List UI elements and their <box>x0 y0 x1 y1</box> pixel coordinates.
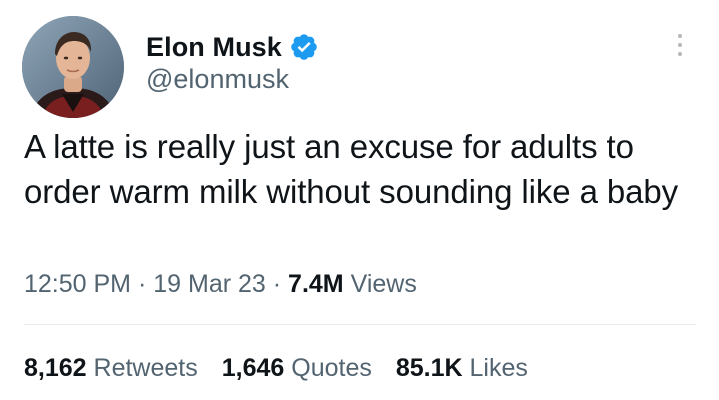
tweet-time[interactable]: 12:50 PM <box>24 270 131 298</box>
meta-separator: · <box>272 270 282 298</box>
quotes-count: 1,646 <box>221 354 285 382</box>
more-dot <box>678 34 682 38</box>
tweet-meta: 12:50 PM · 19 Mar 23 · 7.4M Views <box>24 270 417 299</box>
more-vertical-icon[interactable] <box>670 28 690 62</box>
tweet-date[interactable]: 19 Mar 23 <box>153 270 266 298</box>
quotes-label: Quotes <box>291 354 372 382</box>
likes-stat[interactable]: 85.1K Likes <box>396 354 528 383</box>
engagement-stats: 8,162 Retweets 1,646 Quotes 85.1K Likes <box>24 354 528 383</box>
author-handle[interactable]: @elonmusk <box>146 64 289 95</box>
views-count: 7.4M <box>288 270 344 298</box>
retweets-label: Retweets <box>93 354 198 382</box>
likes-label: Likes <box>469 354 528 382</box>
avatar-portrait-icon <box>22 16 124 118</box>
more-dot <box>678 43 682 47</box>
author-display-name[interactable]: Elon Musk <box>146 32 282 63</box>
divider <box>24 324 696 325</box>
tweet-text: A latte is really just an excuse for adu… <box>24 128 679 210</box>
tweet-card: Elon Musk @elonmusk A latte is really ju… <box>0 0 719 400</box>
likes-count: 85.1K <box>395 354 463 382</box>
avatar[interactable] <box>22 16 124 118</box>
meta-separator: · <box>137 270 147 298</box>
more-dot <box>678 52 682 56</box>
quotes-stat[interactable]: 1,646 Quotes <box>222 354 372 383</box>
retweets-stat[interactable]: 8,162 Retweets <box>24 354 198 383</box>
author-name-row: Elon Musk <box>146 30 319 64</box>
retweets-count: 8,162 <box>24 354 87 382</box>
verified-badge-icon <box>291 34 317 60</box>
views-label: Views <box>350 270 417 298</box>
